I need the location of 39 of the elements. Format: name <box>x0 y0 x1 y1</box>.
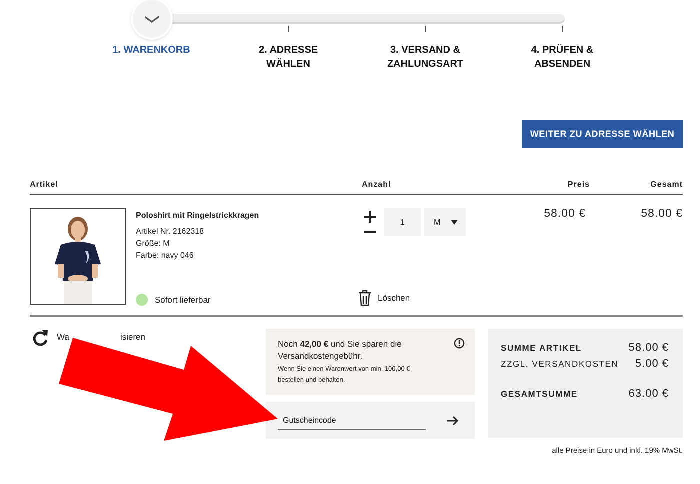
product-detail: Artikel Nr. 2162318 <box>136 226 206 238</box>
step-label[interactable]: 1. WARENKORB <box>102 44 202 58</box>
summary-value: 58.00 € <box>628 342 669 354</box>
chevron-down-icon <box>144 14 160 24</box>
column-header: Gesamt <box>650 180 683 189</box>
dropdown-caret-icon <box>451 220 458 224</box>
product-title[interactable]: Poloshirt mit Ringelstrickkragen <box>136 211 358 220</box>
next-button[interactable]: WEITER ZU ADRESSE WÄHLEN <box>522 120 683 148</box>
update-cart-link[interactable]: Wa <box>57 332 70 342</box>
plus-icon[interactable] <box>364 210 376 222</box>
summary-label: SUMME ARTIKEL <box>501 343 582 353</box>
update-cart-link[interactable]: isieren <box>120 332 146 342</box>
summary-label: ZZGL. VERSANDKOSTEN <box>501 359 619 369</box>
voucher-form[interactable]: Gutscheincode <box>266 402 475 439</box>
minus-icon[interactable] <box>364 230 376 234</box>
column-header: Anzahl <box>362 180 392 189</box>
column-header: Preis <box>566 180 590 189</box>
voucher-field[interactable]: Gutscheincode <box>278 412 426 430</box>
size-dropdown[interactable]: M <box>424 208 466 236</box>
refresh-icon[interactable] <box>32 329 49 347</box>
trash-icon <box>358 290 372 306</box>
arrow-right-icon[interactable] <box>447 416 459 426</box>
step-label[interactable]: 3. VERSAND & ZAHLUNGSART <box>376 44 476 72</box>
delete-button[interactable]: Löschen <box>358 290 410 306</box>
price-cell-text: 58.00 € <box>543 208 586 222</box>
progress-thumb[interactable] <box>133 0 171 38</box>
product-detail: Farbe: navy 046 <box>136 250 195 262</box>
summary-value: 5.00 € <box>635 358 669 370</box>
step-label[interactable]: 2. ADRESSE WÄHLEN <box>238 44 338 72</box>
summary-label: GESAMTSUMME <box>501 389 578 399</box>
quantity-field[interactable]: 1 <box>384 208 421 236</box>
product-detail: Größe: M <box>136 238 171 250</box>
notice-text: Noch 42,00 € und Sie sparen die Versandkostengebühr. <box>278 338 403 362</box>
info-icon[interactable] <box>454 338 465 349</box>
availability-text: Sofort lieferbar <box>155 295 211 305</box>
column-header: Artikel <box>30 180 60 189</box>
step-label[interactable]: 4. PRÜFEN & ABSENDEN <box>512 44 612 72</box>
summary-value: 63.00 € <box>628 388 669 400</box>
total-cell-text: 58.00 € <box>640 208 683 222</box>
